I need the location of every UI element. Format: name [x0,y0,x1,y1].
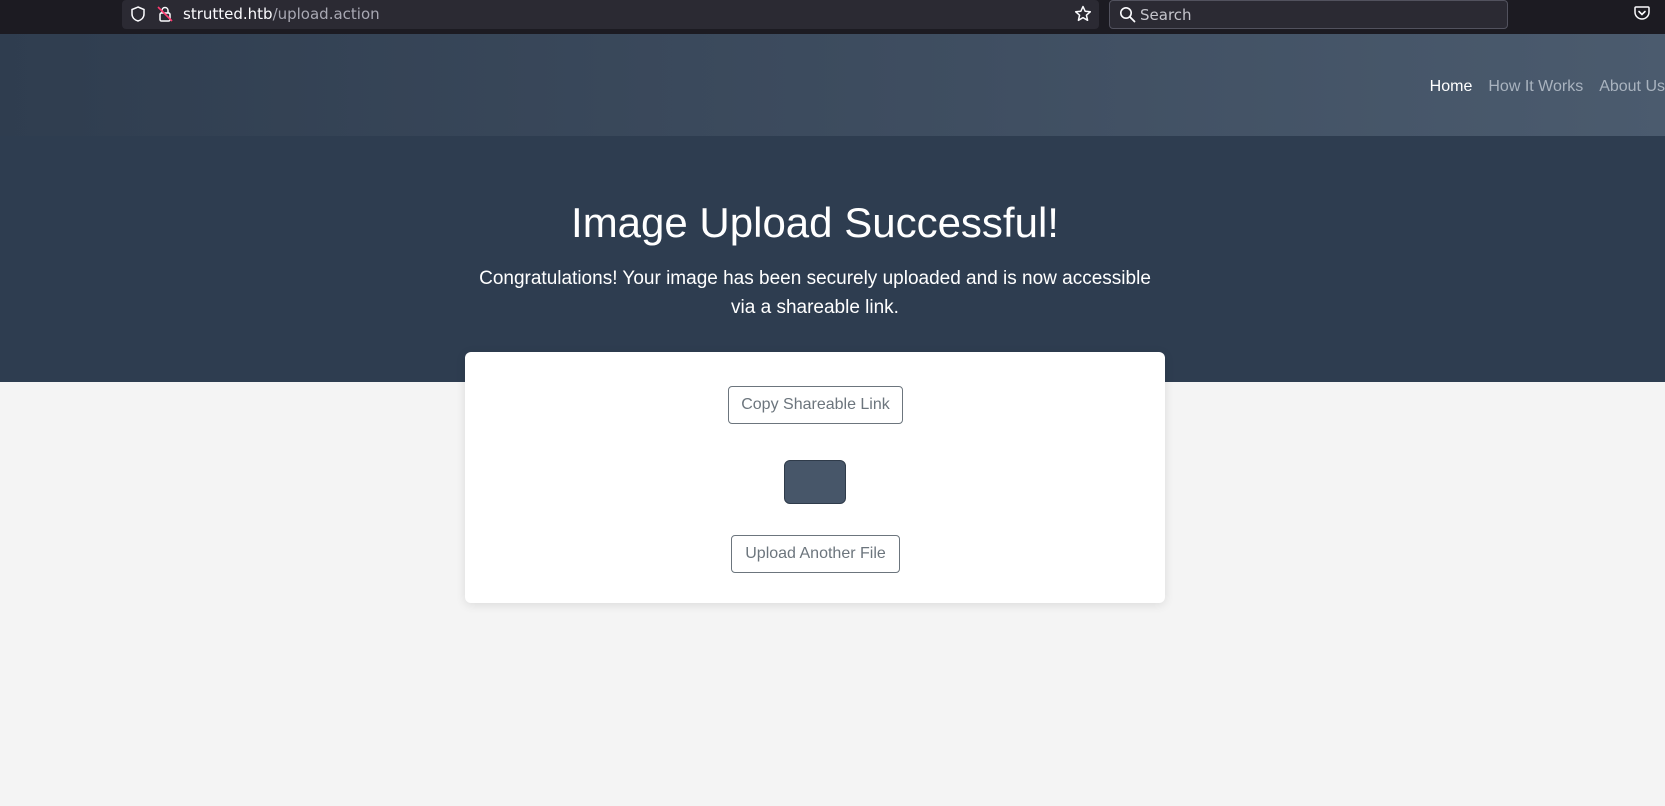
nav-how-it-works[interactable]: How It Works [1488,77,1583,97]
search-icon [1120,7,1136,23]
insecure-lock-icon[interactable] [156,5,174,23]
nav-about-us[interactable]: About Us [1599,77,1665,97]
bookmark-star-icon[interactable] [1073,4,1093,24]
uploaded-image-thumbnail[interactable] [784,460,846,504]
site-header: Home How It Works About Us [0,34,1665,136]
upload-result-card: Copy Shareable Link Upload Another File [465,352,1165,603]
search-placeholder: Search [1140,6,1192,24]
url-host: strutted.htb [183,5,273,23]
address-bar[interactable]: strutted.htb/upload.action [122,0,1099,29]
nav-home[interactable]: Home [1430,77,1473,97]
pocket-icon[interactable] [1633,4,1651,22]
page-title: Image Upload Successful! [571,199,1059,246]
upload-another-button[interactable]: Upload Another File [731,535,900,573]
search-bar[interactable]: Search [1109,0,1508,29]
success-message: Congratulations! Your image has been sec… [479,268,1151,318]
browser-toolbar: strutted.htb/upload.action Search [0,0,1665,34]
shield-icon[interactable] [129,5,147,23]
main-nav: Home How It Works About Us [1414,77,1665,97]
url-text[interactable]: strutted.htb/upload.action [183,5,380,23]
url-path: /upload.action [272,5,380,23]
copy-link-button[interactable]: Copy Shareable Link [728,386,903,424]
hero-section: Image Upload Successful! Congratulations… [0,136,1665,382]
